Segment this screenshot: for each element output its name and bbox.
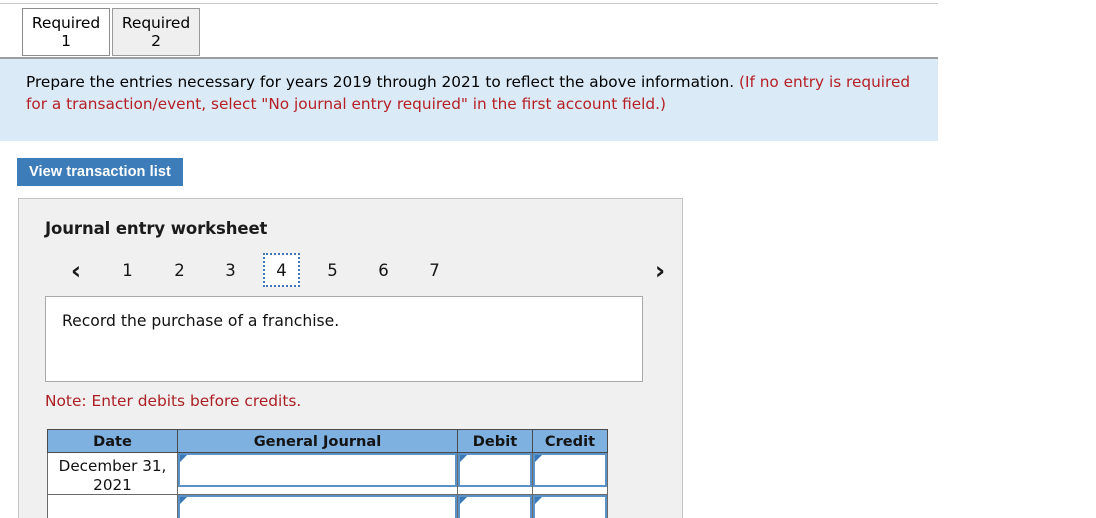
- cell-debit[interactable]: [457, 494, 533, 518]
- top-divider: [0, 3, 938, 4]
- instruction-banner: Prepare the entries necessary for years …: [0, 57, 938, 141]
- worksheet-title: Journal entry worksheet: [45, 219, 268, 238]
- tab-required-1-number: 1: [61, 32, 71, 51]
- cell-credit[interactable]: [532, 451, 608, 496]
- column-header-credit: Credit: [532, 429, 608, 453]
- dropdown-marker-icon: [460, 455, 467, 462]
- cell-debit[interactable]: [457, 451, 533, 496]
- pager-page-3[interactable]: 3: [212, 253, 249, 287]
- pager-page-2[interactable]: 2: [161, 253, 198, 287]
- cell-credit[interactable]: [532, 494, 608, 518]
- cell-general-journal[interactable]: [177, 494, 458, 518]
- tab-required-1[interactable]: Required 1: [22, 8, 110, 56]
- dropdown-marker-icon: [180, 497, 187, 505]
- cell-date: [47, 494, 178, 518]
- tab-required-1-label: Required: [31, 14, 101, 32]
- pager-page-1[interactable]: 1: [109, 253, 146, 287]
- table-header-row: Date General Journal Debit Credit: [47, 429, 608, 453]
- dropdown-marker-icon: [535, 497, 542, 505]
- pager-page-7[interactable]: 7: [416, 253, 453, 287]
- pager-page-4[interactable]: 4: [263, 253, 300, 287]
- entry-description-box: Record the purchase of a franchise.: [45, 296, 643, 382]
- column-header-general-journal: General Journal: [177, 429, 458, 453]
- date-line-2: 2021: [93, 475, 132, 494]
- credit-input-row-1[interactable]: [533, 453, 607, 487]
- column-header-date: Date: [47, 429, 178, 453]
- account-select-row-1[interactable]: [178, 453, 457, 487]
- chevron-left-icon[interactable]: ‹: [63, 253, 89, 287]
- table-row: December 31, 2021: [47, 451, 608, 496]
- view-transaction-list-button[interactable]: View transaction list: [17, 158, 183, 186]
- required-tabstrip: Required 1 Required 2: [22, 8, 200, 56]
- date-line-1: [48, 495, 177, 499]
- dropdown-marker-icon: [460, 497, 467, 505]
- debits-before-credits-note: Note: Enter debits before credits.: [45, 392, 302, 410]
- cell-date: December 31, 2021: [47, 451, 178, 496]
- instruction-main-text: Prepare the entries necessary for years …: [26, 73, 735, 91]
- pager-page-6[interactable]: 6: [365, 253, 402, 287]
- credit-input-row-2[interactable]: [533, 495, 607, 518]
- cell-general-journal[interactable]: [177, 451, 458, 496]
- debit-input-row-1[interactable]: [458, 453, 532, 487]
- column-header-debit: Debit: [457, 429, 533, 453]
- worksheet-pager: ‹ 1 2 3 4 5 6 7 ›: [19, 253, 682, 291]
- pager-page-5[interactable]: 5: [314, 253, 351, 287]
- debit-input-row-2[interactable]: [458, 495, 532, 518]
- entry-description-text: Record the purchase of a franchise.: [62, 312, 340, 330]
- dropdown-marker-icon: [535, 455, 542, 462]
- table-row: [47, 494, 608, 518]
- account-select-row-2[interactable]: [178, 495, 457, 518]
- tab-required-2-label: Required: [121, 14, 191, 32]
- tab-required-2[interactable]: Required 2: [112, 8, 200, 56]
- dropdown-marker-icon: [180, 455, 187, 462]
- chevron-right-icon[interactable]: ›: [647, 253, 673, 287]
- tab-required-2-number: 2: [151, 32, 161, 51]
- page-root: Required 1 Required 2 Prepare the entrie…: [0, 0, 1096, 518]
- journal-entry-table: Date General Journal Debit Credit Decemb…: [47, 429, 608, 518]
- date-line-1: December 31,: [58, 457, 167, 475]
